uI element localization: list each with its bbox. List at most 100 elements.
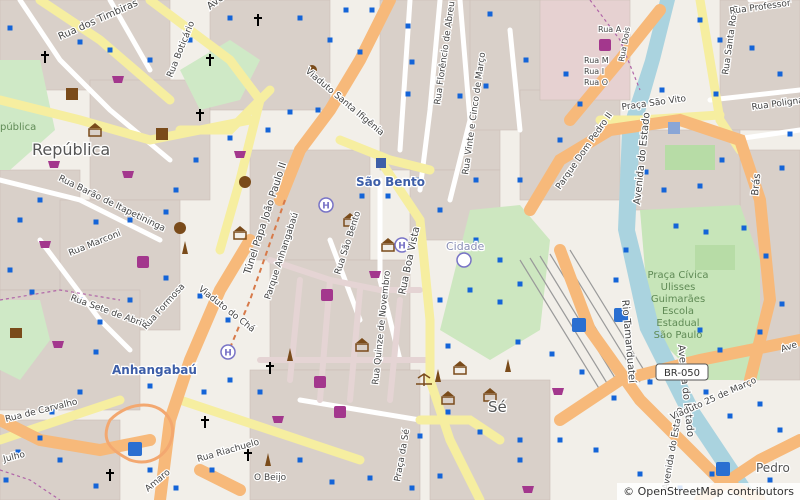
shop-icon[interactable] [369,271,381,278]
shop-icon[interactable] [39,241,51,248]
bus-stop-icon[interactable] [517,177,523,183]
bus-stop-icon[interactable] [93,219,99,225]
bus-stop-icon[interactable] [697,183,703,189]
shop-icon[interactable] [234,151,246,158]
bus-station-icon[interactable] [716,462,730,476]
bus-stop-icon[interactable] [757,329,763,335]
bus-stop-icon[interactable] [767,477,773,483]
shop-icon[interactable] [272,416,284,423]
bus-stop-icon[interactable] [467,287,473,293]
library-icon[interactable] [10,328,22,338]
bus-stop-icon[interactable] [127,297,133,303]
bus-stop-icon[interactable] [359,193,365,199]
bus-stop-icon[interactable] [763,253,769,259]
bus-stop-icon[interactable] [173,485,179,491]
shop-icon[interactable] [112,76,124,83]
bus-stop-icon[interactable] [457,93,463,99]
theatre-icon[interactable] [239,176,251,188]
bus-stop-icon[interactable] [201,389,207,395]
bus-stop-icon[interactable] [717,347,723,353]
bus-stop-icon[interactable] [549,351,555,357]
gift-shop-icon[interactable] [599,39,611,51]
bus-stop-icon[interactable] [3,477,9,483]
bus-stop-icon[interactable] [173,187,179,193]
bus-stop-icon[interactable] [517,437,523,443]
bus-stop-icon[interactable] [357,49,363,55]
bus-station-icon[interactable] [572,318,586,332]
bus-stop-icon[interactable] [515,339,521,345]
bus-stop-icon[interactable] [757,401,763,407]
bus-stop-icon[interactable] [777,71,783,77]
bus-stop-icon[interactable] [327,37,333,43]
bus-stop-icon[interactable] [385,193,391,199]
bus-stop-icon[interactable] [661,187,667,193]
gift-shop-icon[interactable] [321,289,333,301]
bus-stop-icon[interactable] [517,457,523,463]
bus-stop-icon[interactable] [17,217,23,223]
bus-stop-icon[interactable] [719,157,725,163]
bus-stop-icon[interactable] [749,45,755,51]
shop-icon[interactable] [522,486,534,493]
bus-stop-icon[interactable] [777,427,783,433]
hotel-icon[interactable]: H [318,197,334,213]
shop-icon[interactable] [552,388,564,395]
bus-stop-icon[interactable] [93,349,99,355]
bus-stop-icon[interactable] [741,225,747,231]
bus-stop-icon[interactable] [57,457,63,463]
bus-stop-icon[interactable] [497,257,503,263]
cinema-icon[interactable] [66,88,78,100]
bus-stop-icon[interactable] [227,135,233,141]
bus-stop-icon[interactable] [523,57,529,63]
bus-stop-icon[interactable] [579,369,585,375]
bus-stop-icon[interactable] [787,131,793,137]
bus-stop-icon[interactable] [611,395,617,401]
bus-stop-icon[interactable] [343,7,349,13]
bus-stop-icon[interactable] [163,209,169,215]
bus-stop-icon[interactable] [227,377,233,383]
bus-stop-icon[interactable] [577,101,583,107]
bus-stop-icon[interactable] [557,137,563,143]
shop-icon[interactable] [52,341,64,348]
bus-stop-icon[interactable] [405,23,411,29]
bus-stop-icon[interactable] [717,37,723,43]
map-attribution[interactable]: © OpenStreetMap contributors [617,483,800,500]
hotel-icon[interactable] [456,252,472,268]
bus-stop-icon[interactable] [77,389,83,395]
bus-stop-icon[interactable] [477,429,483,435]
bus-stop-icon[interactable] [637,471,643,477]
bus-stop-icon[interactable] [367,475,373,481]
bus-stop-icon[interactable] [7,25,13,31]
bus-stop-icon[interactable] [77,39,83,45]
bus-stop-icon[interactable] [517,281,523,287]
bus-stop-icon[interactable] [487,11,493,17]
bus-stop-icon[interactable] [409,59,415,65]
bus-stop-icon[interactable] [623,247,629,253]
theatre-icon[interactable] [174,222,186,234]
bus-stop-icon[interactable] [557,437,563,443]
bus-stop-icon[interactable] [437,297,443,303]
bus-station-icon[interactable] [128,442,142,456]
gift-shop-icon[interactable] [314,376,326,388]
bus-stop-icon[interactable] [147,57,153,63]
bus-stop-icon[interactable] [445,409,451,415]
bus-stop-icon[interactable] [369,7,375,13]
bus-stop-icon[interactable] [445,343,451,349]
bus-stop-icon[interactable] [265,127,271,133]
bus-stop-icon[interactable] [473,177,479,183]
bus-stop-icon[interactable] [483,83,489,89]
bus-stop-icon[interactable] [673,223,679,229]
bus-stop-icon[interactable] [727,413,733,419]
bus-stop-icon[interactable] [713,91,719,97]
bus-stop-icon[interactable] [613,277,619,283]
metro-station-icon[interactable] [376,158,386,168]
bus-stop-icon[interactable] [297,457,303,463]
bus-stop-icon[interactable] [647,379,653,385]
bus-stop-icon[interactable] [405,91,411,97]
bus-stop-icon[interactable] [417,433,423,439]
bus-stop-icon[interactable] [779,165,785,171]
bus-stop-icon[interactable] [147,467,153,473]
bus-stop-icon[interactable] [257,389,263,395]
cinema-icon[interactable] [156,128,168,140]
bus-stop-icon[interactable] [37,435,43,441]
map-view[interactable]: HHH Rua dos Timbiras Rua Boticário Viaduto… [0,0,800,500]
